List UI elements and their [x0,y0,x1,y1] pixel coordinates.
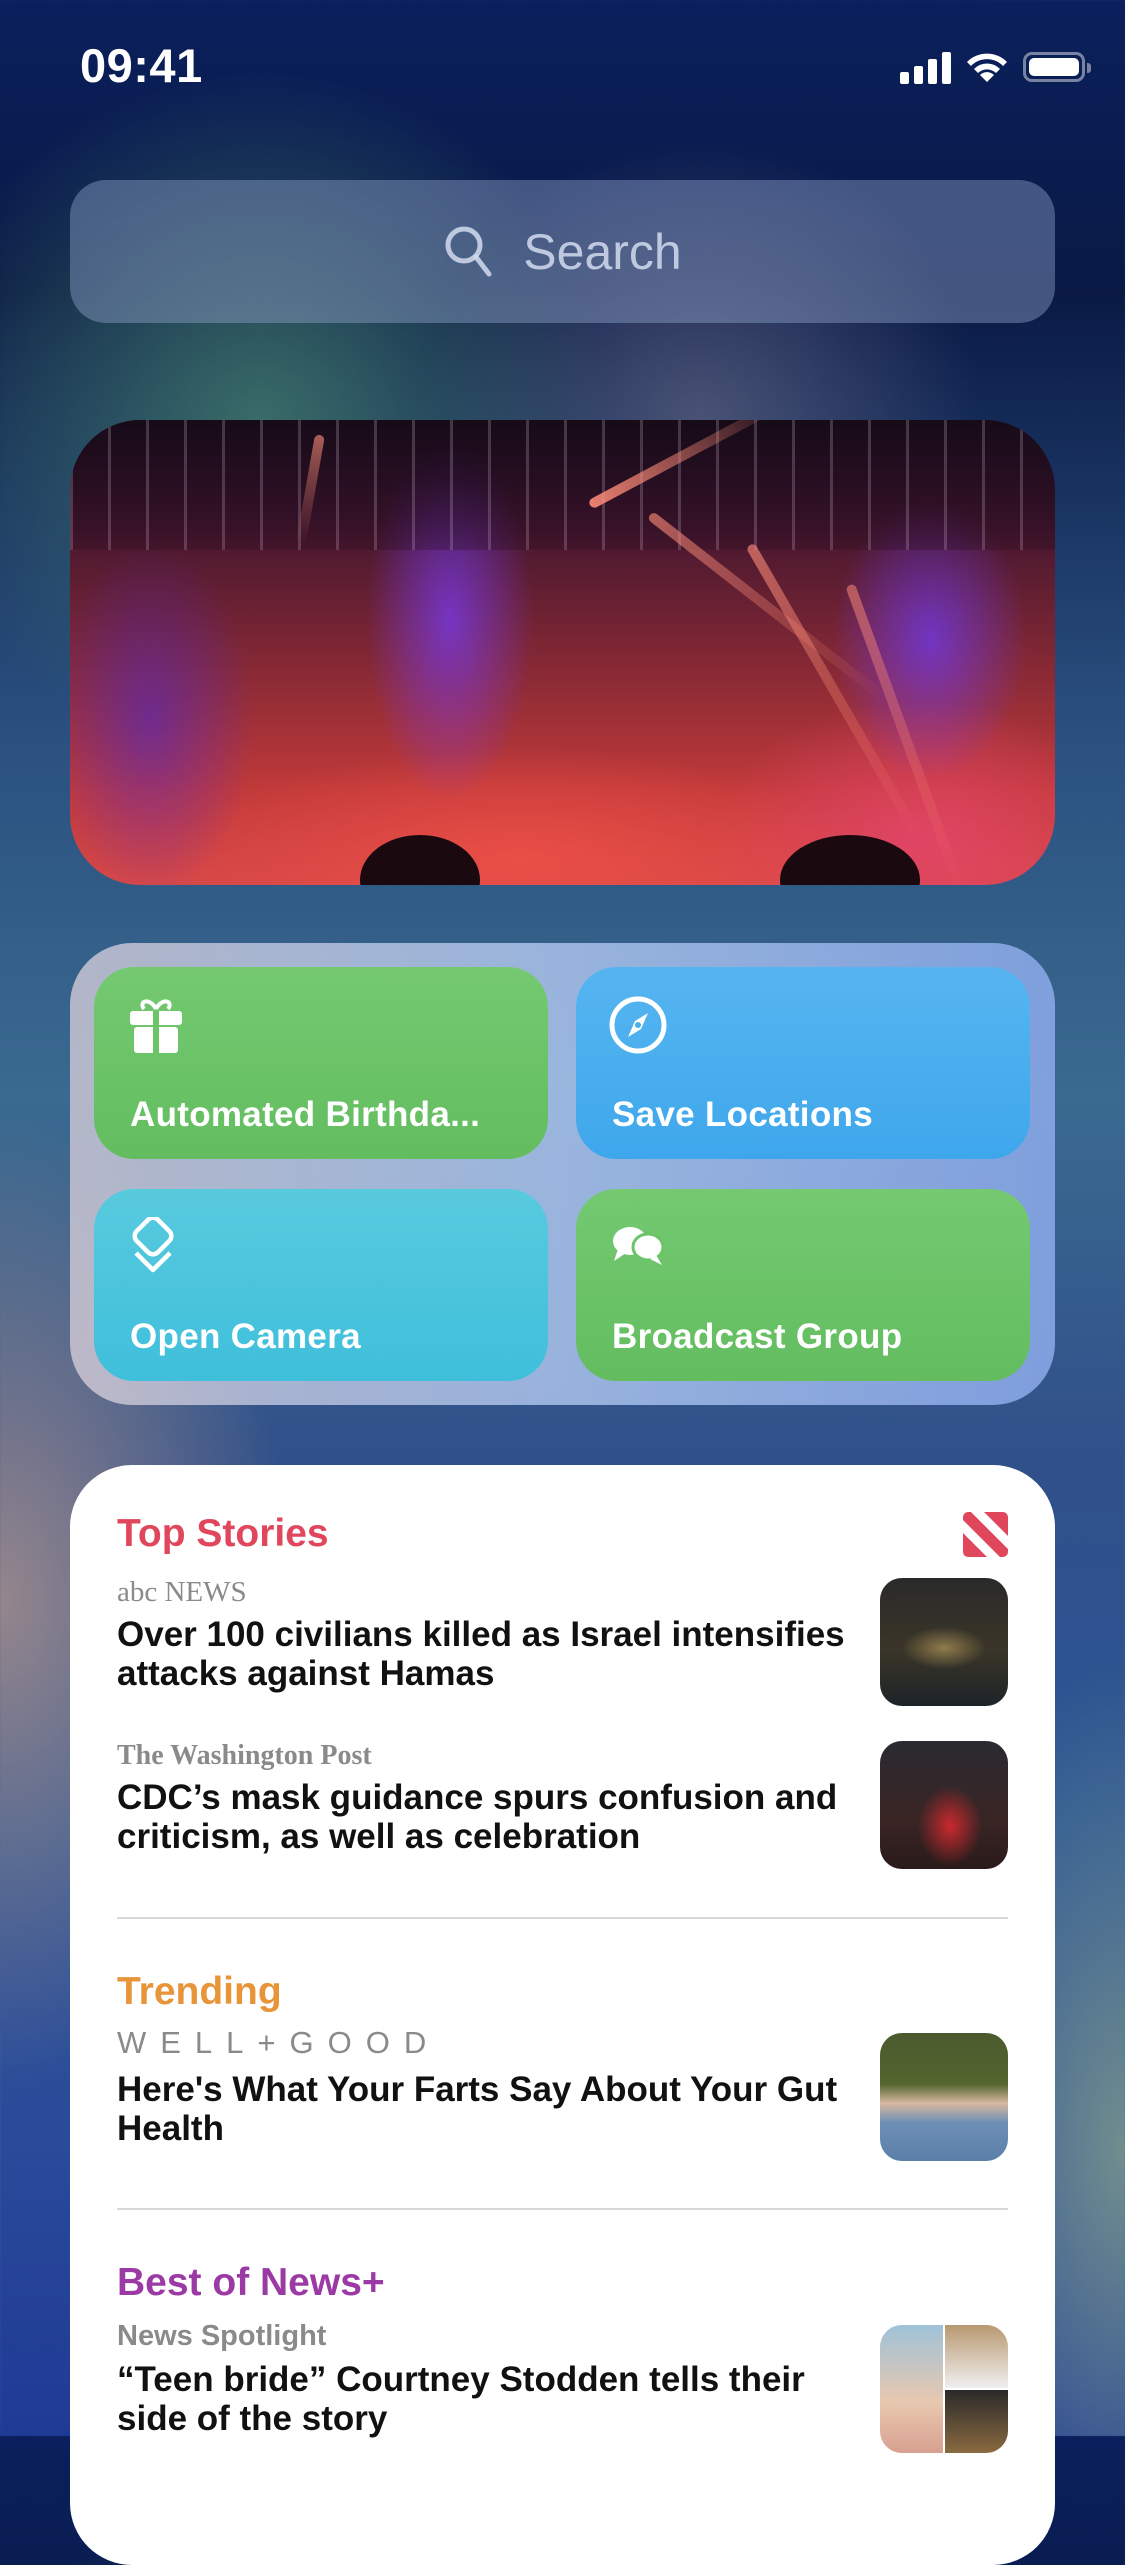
search-bar[interactable]: Search [70,180,1055,323]
section-title-best-of-news-plus: Best of News+ [117,2261,385,2304]
shortcuts-layers-icon [132,1217,174,1273]
stage-truss [70,420,1055,550]
story-thumbnail [880,1578,1008,1706]
status-bar: 09:41 [0,0,1125,140]
wifi-icon [967,53,1007,82]
shortcut-label: Automated Birthda... [130,1095,481,1134]
story-thumbnail [880,1741,1008,1869]
light-beam [745,542,925,842]
story-headline: CDC’s mask guidance spurs confusion and … [117,1778,838,1856]
photos-widget[interactable] [70,420,1055,885]
section-divider [117,1917,1008,1919]
story-source: The Washington Post [117,1740,372,1771]
chat-bubbles-icon [613,1227,665,1265]
search-icon [445,226,492,276]
shortcut-label: Open Camera [130,1317,361,1356]
gift-icon [130,999,182,1053]
section-title-top-stories: Top Stories [117,1512,329,1555]
section-divider [117,2208,1008,2210]
story-source: WELL+GOOD [117,2025,441,2060]
cellular-signal-icon [900,50,951,84]
shortcut-broadcast-group[interactable]: Broadcast Group [576,1189,1030,1381]
shortcut-label: Broadcast Group [612,1317,903,1356]
story-thumbnail [880,2033,1008,2161]
status-icons [900,50,1091,84]
status-time: 09:41 [80,39,203,92]
crowd-silhouette [780,835,920,885]
story-headline: “Teen bride” Courtney Stodden tells thei… [117,2360,805,2438]
apple-news-icon [963,1512,1008,1557]
section-title-trending: Trending [117,1970,282,2013]
story-headline: Over 100 civilians killed as Israel inte… [117,1615,845,1693]
shortcut-label: Save Locations [612,1095,873,1134]
crowd-silhouette [360,835,480,885]
shortcut-save-locations[interactable]: Save Locations [576,967,1030,1159]
story-headline: Here's What Your Farts Say About Your Gu… [117,2070,838,2148]
story-source: News Spotlight [117,2320,327,2352]
shortcut-automated-birthday[interactable]: Automated Birthda... [94,967,548,1159]
story-thumbnail [880,2325,1008,2453]
battery-icon [1023,52,1091,82]
compass-icon [609,996,667,1054]
story-source: abc NEWS [117,1576,247,1608]
shortcuts-widget: Automated Birthda... Save Locations Open… [70,943,1055,1405]
search-placeholder: Search [523,223,682,280]
news-widget[interactable]: Top Stories abc NEWS Over 100 civilians … [70,1465,1055,2565]
shortcut-open-camera[interactable]: Open Camera [94,1189,548,1381]
